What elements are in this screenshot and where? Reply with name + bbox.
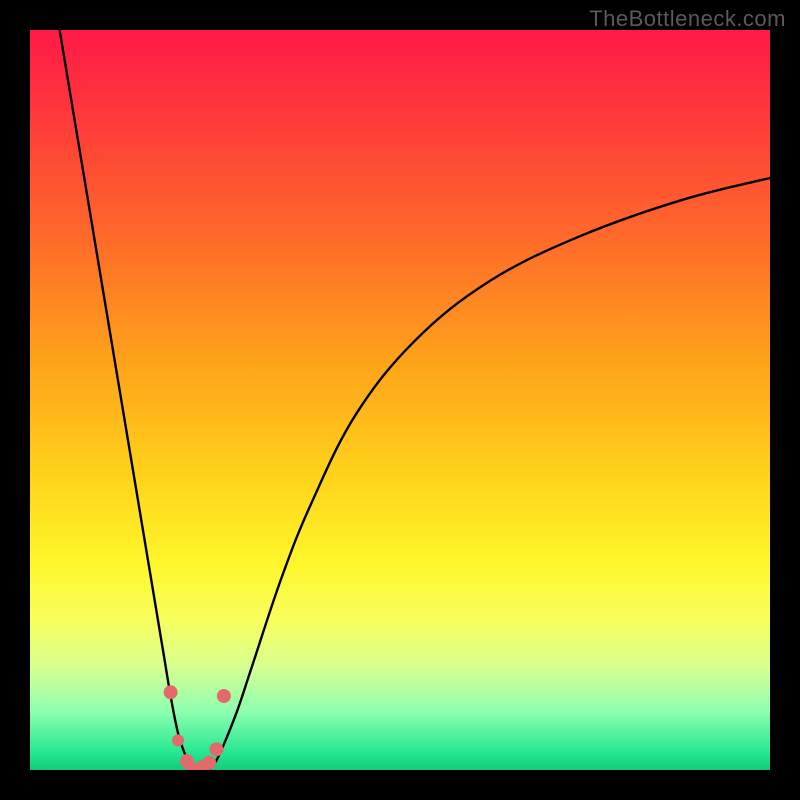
plot-area [30, 30, 770, 770]
marker-dot [217, 689, 231, 703]
highlight-markers [164, 685, 231, 770]
chart-frame: TheBottleneck.com [0, 0, 800, 800]
marker-dot [164, 685, 178, 699]
watermark-text: TheBottleneck.com [589, 6, 786, 32]
marker-dot [202, 756, 216, 770]
marker-dot [172, 734, 184, 746]
curve-svg [30, 30, 770, 770]
marker-dot [209, 742, 223, 756]
bottleneck-curve [60, 30, 770, 770]
